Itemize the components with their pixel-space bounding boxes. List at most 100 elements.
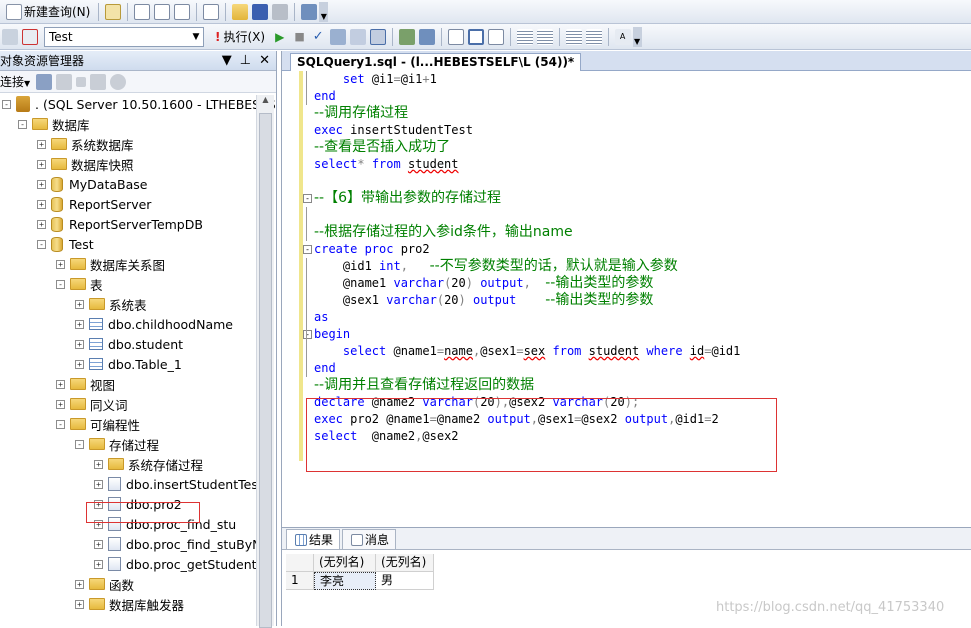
expand-icon[interactable]: + [56,259,65,269]
print-icon[interactable] [272,3,289,20]
expand-icon[interactable]: + [75,299,84,309]
expand-icon[interactable]: + [37,199,46,209]
mdx-query-icon[interactable] [134,3,151,20]
tree-node[interactable]: + ReportServer [37,194,151,214]
query-options-icon[interactable] [369,28,386,45]
collapse-icon[interactable]: - [2,99,11,109]
tab-results[interactable]: 结果 [286,529,341,549]
refresh-icon[interactable] [110,73,127,90]
tree-node[interactable]: -表 [56,274,103,294]
debug-play-icon[interactable]: ▶ [275,30,284,44]
code-area[interactable]: set @i1=@i1+1 end --调用存储过程 exec insertStude… [282,71,971,527]
tree-node[interactable]: + MyDataBase [37,174,147,194]
expand-icon[interactable]: + [56,399,65,409]
new-file-icon[interactable] [203,3,220,20]
xmla-query-icon[interactable] [174,3,191,20]
pin-icon[interactable]: ⊥ [240,53,251,68]
save-icon[interactable] [252,3,269,20]
tab-messages[interactable]: 消息 [342,529,397,549]
collapse-icon[interactable]: - [56,419,65,429]
decrease-indent-icon[interactable] [565,28,582,45]
activity-monitor-icon[interactable] [301,3,318,20]
tree-node[interactable]: + 视图 [56,374,115,394]
specify-template-values-icon[interactable]: A [614,28,631,45]
tree-node[interactable]: + dbo.proc_find_stuByN [94,534,261,554]
expand-icon[interactable]: + [56,379,65,389]
results-to-file-icon[interactable] [487,28,504,45]
expand-icon[interactable]: + [37,219,46,229]
tree-node[interactable]: - 数据库 [18,114,90,134]
comment-lines-icon[interactable] [516,28,533,45]
results-to-text-icon[interactable] [447,28,464,45]
tree-node[interactable]: + dbo.childhoodName [75,314,233,334]
expand-icon[interactable]: + [75,599,84,609]
toolbar-overflow-icon[interactable]: ▼ [319,1,329,22]
scroll-up-icon[interactable]: ▲ [257,95,274,111]
tree-node[interactable]: + ReportServerTempDB [37,214,203,234]
open-file-icon[interactable] [232,3,249,20]
execute-button[interactable]: ! 执行(X) [212,27,268,47]
collapse-icon[interactable]: - [56,279,65,289]
collapse-icon[interactable]: - [75,439,84,449]
connect-icon[interactable] [2,28,18,45]
column-header[interactable]: (无列名) [314,554,376,572]
tree-node[interactable]: + dbo.student [75,334,183,354]
collapse-icon[interactable]: - [37,239,46,249]
parse-checkmark-icon[interactable]: ✓ [313,29,324,44]
cancel-query-icon[interactable]: ■ [294,30,304,43]
tree-node[interactable]: + dbo.proc_getStudentF [94,554,264,574]
scrollbar-thumb[interactable] [259,113,272,628]
tree-node[interactable]: - 存储过程 [75,434,159,454]
expand-icon[interactable]: + [94,459,103,469]
collapse-icon[interactable]: - [18,119,27,129]
expand-icon[interactable]: + [37,159,46,169]
expand-icon[interactable]: + [75,579,84,589]
stop-icon[interactable] [76,76,87,87]
include-plan-icon[interactable] [398,28,415,45]
tree-node[interactable]: + dbo.insertStudentTest [94,474,263,494]
results-to-grid-icon[interactable] [467,28,484,45]
tree-node[interactable]: - . (SQL Server 10.50.1600 - LTHEBESTSI [2,94,276,114]
connect-button[interactable]: 连接▼ [0,73,30,90]
expand-icon[interactable]: + [75,339,84,349]
disconnect-icon[interactable] [56,73,73,90]
close-icon[interactable]: ✕ [259,53,270,68]
new-query-button[interactable]: 新建查询(N) [1,2,93,22]
table-row[interactable]: 1 李亮 男 [286,572,434,590]
grid-cell[interactable]: 李亮 [314,572,376,590]
tree-node[interactable]: + 系统表 [75,294,147,314]
tree-node[interactable]: + 数据库关系图 [56,254,165,274]
expand-icon[interactable]: + [94,539,103,549]
tree-node[interactable]: + 同义词 [56,394,128,414]
tree-scrollbar[interactable]: ▲ [256,95,274,628]
expand-icon[interactable]: + [94,559,103,569]
dmx-query-icon[interactable] [154,3,171,20]
expand-icon[interactable]: + [37,139,46,149]
increase-indent-icon[interactable] [585,28,602,45]
tree-node[interactable]: + 函数 [75,574,134,594]
results-grid[interactable]: (无列名) (无列名) 1 李亮 男 [286,554,434,590]
tree-node[interactable]: + 数据库快照 [37,154,134,174]
tree-node[interactable]: - Test [37,234,94,254]
toolbar-overflow-icon[interactable]: ▼ [632,26,642,47]
dropdown-icon[interactable]: ▼ [222,53,232,68]
display-estimated-plan-icon[interactable] [329,28,346,45]
change-connection-icon[interactable] [22,28,38,45]
tree-node[interactable]: + 系统数据库 [37,134,134,154]
expand-icon[interactable]: + [37,179,46,189]
database-engine-query-icon[interactable] [105,3,122,20]
tree-node[interactable]: - 可编程性 [56,414,140,434]
uncomment-lines-icon[interactable] [536,28,553,45]
client-statistics-icon[interactable] [418,28,435,45]
grid-cell[interactable]: 男 [376,572,434,590]
column-header[interactable]: (无列名) [376,554,434,572]
tree-node[interactable]: + 系统存储过程 [94,454,203,474]
expand-icon[interactable]: + [75,319,84,329]
query-designer-icon[interactable] [349,28,366,45]
database-selector[interactable]: Test ▼ [44,26,204,47]
outline-collapse-icon[interactable]: - [303,330,312,339]
expand-icon[interactable]: + [94,479,103,489]
outline-collapse-icon[interactable]: - [303,194,312,203]
connect-server-icon[interactable] [36,73,53,90]
outline-collapse-icon[interactable]: - [303,245,312,254]
